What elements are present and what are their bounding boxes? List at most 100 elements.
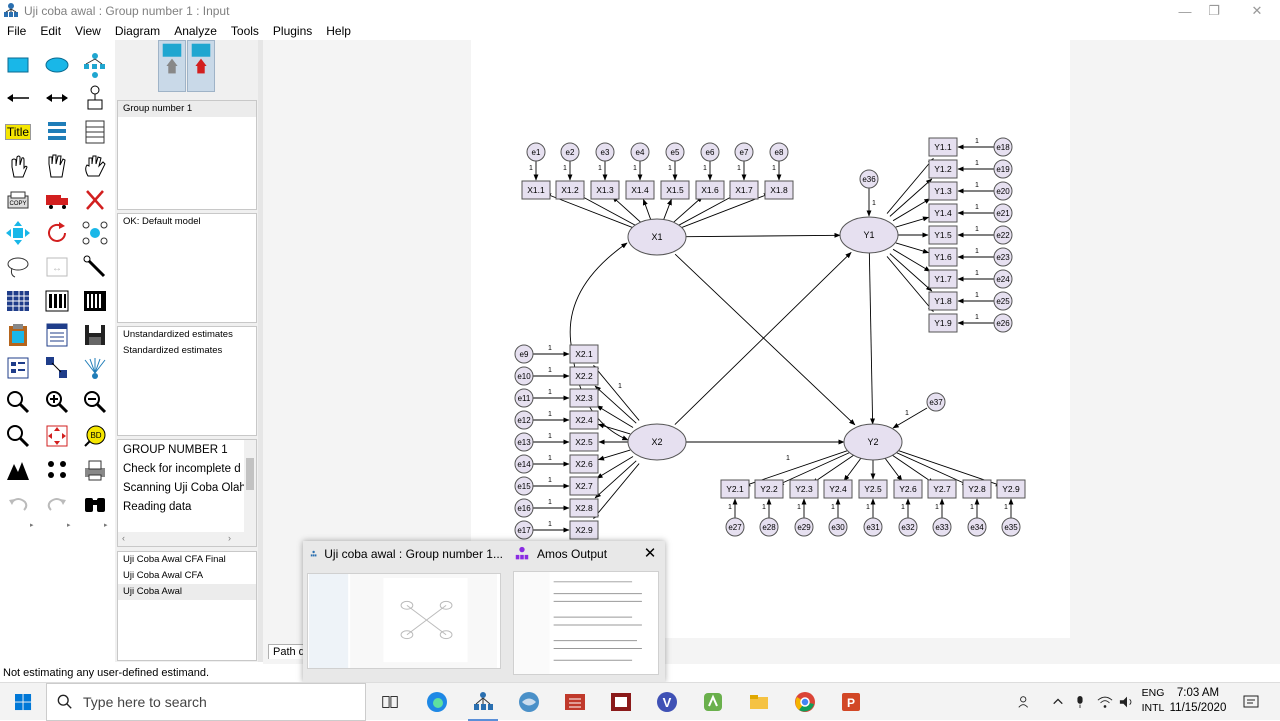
select-data-files-tool[interactable] bbox=[3, 286, 33, 316]
taskbar-clock[interactable]: 7:03 AM 11/15/2020 bbox=[1167, 686, 1229, 716]
draw-observed-variable-tool[interactable] bbox=[3, 50, 33, 80]
taskbar-app-v[interactable]: V bbox=[644, 683, 690, 721]
draw-path-tool[interactable] bbox=[3, 83, 33, 113]
people-button[interactable] bbox=[1012, 683, 1038, 721]
taskbar-powerpoint[interactable]: P bbox=[828, 683, 874, 721]
taskbar-amos-output[interactable] bbox=[506, 683, 552, 721]
object-properties-tool[interactable] bbox=[3, 353, 33, 383]
redo-tool[interactable] bbox=[42, 489, 72, 519]
magnifier-tool[interactable]: BD bbox=[80, 421, 110, 451]
preview-title: Amos Output bbox=[537, 547, 608, 561]
view-text-tool[interactable] bbox=[42, 320, 72, 350]
view-page-tool[interactable] bbox=[3, 421, 33, 451]
fit-to-page-tool[interactable] bbox=[42, 421, 72, 451]
preview-card-diagram[interactable]: Uji coba awal : Group number 1... bbox=[303, 541, 503, 682]
list-icon bbox=[48, 122, 66, 140]
input-language-indicator[interactable]: ENG INTL bbox=[1138, 686, 1168, 716]
move-object-tool[interactable] bbox=[42, 185, 72, 215]
preview-card-output[interactable]: Amos Output ✕ bbox=[507, 541, 665, 682]
menu-tools[interactable]: Tools bbox=[224, 24, 266, 38]
log-scrollbar[interactable] bbox=[244, 440, 256, 532]
menu-plugins[interactable]: Plugins bbox=[266, 24, 319, 38]
scroll-tool[interactable]: ↔ bbox=[42, 252, 72, 282]
taskbar-search-box[interactable]: Type here to search bbox=[46, 683, 366, 721]
taskbar-amos-graphics[interactable] bbox=[460, 683, 506, 721]
text-output-icon bbox=[46, 323, 68, 347]
taskbar-edge[interactable] bbox=[414, 683, 460, 721]
diagram-thumbnail-icon bbox=[309, 574, 498, 668]
move-parameter-tool[interactable] bbox=[3, 252, 33, 282]
list-variables-in-model-tool[interactable] bbox=[42, 117, 72, 147]
svg-text:BD: BD bbox=[90, 431, 101, 440]
group-item[interactable]: Group number 1 bbox=[118, 101, 256, 117]
draw-latent-indicator-tool[interactable] bbox=[80, 50, 110, 80]
data-grid-icon bbox=[7, 291, 29, 311]
toolbox-scroll-arrows[interactable]: ▸ ▸ ▸ bbox=[0, 521, 114, 531]
taskbar-spss[interactable] bbox=[552, 683, 598, 721]
show-hidden-icons-button[interactable] bbox=[1048, 683, 1068, 721]
model-item[interactable]: OK: Default model bbox=[118, 214, 256, 230]
select-one-object-tool[interactable] bbox=[3, 151, 33, 181]
undo-tool[interactable] bbox=[3, 489, 33, 519]
chrome-icon bbox=[795, 692, 815, 712]
add-unique-variable-tool[interactable] bbox=[80, 83, 110, 113]
windows-logo-icon bbox=[14, 693, 31, 710]
file-item[interactable]: Uji Coba Awal CFA Final bbox=[118, 552, 256, 568]
copy-object-tool[interactable]: COPY bbox=[3, 185, 33, 215]
taskbar-app-green[interactable] bbox=[690, 683, 736, 721]
analysis-properties-tool[interactable] bbox=[42, 286, 72, 316]
preview-close-button[interactable]: ✕ bbox=[641, 545, 659, 563]
rotate-icon bbox=[48, 222, 66, 242]
save-diagram-tool[interactable] bbox=[80, 320, 110, 350]
drag-properties-tool[interactable] bbox=[42, 353, 72, 383]
close-button[interactable]: ✕ bbox=[1234, 0, 1280, 22]
standardized-estimates-option[interactable]: Standardized estimates bbox=[118, 343, 256, 359]
task-view-button[interactable] bbox=[367, 683, 413, 721]
volume-indicator[interactable] bbox=[1116, 683, 1138, 721]
unstandardized-estimates-option[interactable]: Unstandardized estimates bbox=[118, 327, 256, 343]
zoom-in-tool[interactable] bbox=[42, 387, 72, 417]
deselect-all-tool[interactable] bbox=[80, 151, 110, 181]
degrees-of-freedom-tool[interactable] bbox=[3, 455, 33, 485]
ellipse-icon bbox=[45, 57, 69, 73]
taskbar-file-explorer[interactable] bbox=[736, 683, 782, 721]
touch-up-tool[interactable] bbox=[80, 252, 110, 282]
erase-object-tool[interactable] bbox=[80, 185, 110, 215]
menu-file[interactable]: File bbox=[0, 24, 33, 38]
draw-covariance-tool[interactable] bbox=[42, 83, 72, 113]
preserve-symmetries-tool[interactable] bbox=[80, 353, 110, 383]
menu-analyze[interactable]: Analyze bbox=[167, 24, 224, 38]
restore-button[interactable]: ❐ bbox=[1191, 0, 1237, 22]
dataset-list-icon bbox=[85, 120, 105, 144]
print-diagram-tool[interactable] bbox=[80, 455, 110, 485]
zoom-out-tool[interactable] bbox=[80, 387, 110, 417]
menu-view[interactable]: View bbox=[68, 24, 108, 38]
file-item-selected[interactable]: Uji Coba Awal bbox=[118, 584, 256, 600]
copy-to-clipboard-tool[interactable] bbox=[3, 320, 33, 350]
title-tool[interactable]: Title bbox=[3, 117, 33, 147]
view-input-button[interactable] bbox=[158, 40, 186, 92]
change-shape-tool[interactable] bbox=[3, 218, 33, 248]
menu-diagram[interactable]: Diagram bbox=[108, 24, 167, 38]
title-bar: Uji coba awal : Group number 1 : Input —… bbox=[0, 0, 1280, 22]
wifi-indicator[interactable] bbox=[1094, 683, 1116, 721]
list-variables-in-dataset-tool[interactable] bbox=[80, 117, 110, 147]
file-item[interactable]: Uji Coba Awal CFA bbox=[118, 568, 256, 584]
reflect-indicators-tool[interactable] bbox=[80, 218, 110, 248]
zoom-area-tool[interactable] bbox=[3, 387, 33, 417]
log-horizontal-scrollbar[interactable]: ‹ › bbox=[118, 532, 256, 546]
menu-edit[interactable]: Edit bbox=[33, 24, 68, 38]
microphone-indicator[interactable] bbox=[1070, 683, 1090, 721]
taskbar-spss-output[interactable] bbox=[598, 683, 644, 721]
draw-unobserved-variable-tool[interactable] bbox=[42, 50, 72, 80]
calculate-estimates-tool[interactable] bbox=[80, 286, 110, 316]
rotate-indicators-tool[interactable] bbox=[42, 218, 72, 248]
action-center-button[interactable] bbox=[1238, 683, 1264, 721]
taskbar-chrome[interactable] bbox=[782, 683, 828, 721]
specification-search-tool[interactable] bbox=[80, 489, 110, 519]
view-output-button[interactable] bbox=[187, 40, 215, 92]
select-all-objects-tool[interactable] bbox=[42, 151, 72, 181]
start-button[interactable] bbox=[0, 683, 46, 721]
multiple-group-analysis-tool[interactable] bbox=[42, 455, 72, 485]
menu-help[interactable]: Help bbox=[319, 24, 358, 38]
